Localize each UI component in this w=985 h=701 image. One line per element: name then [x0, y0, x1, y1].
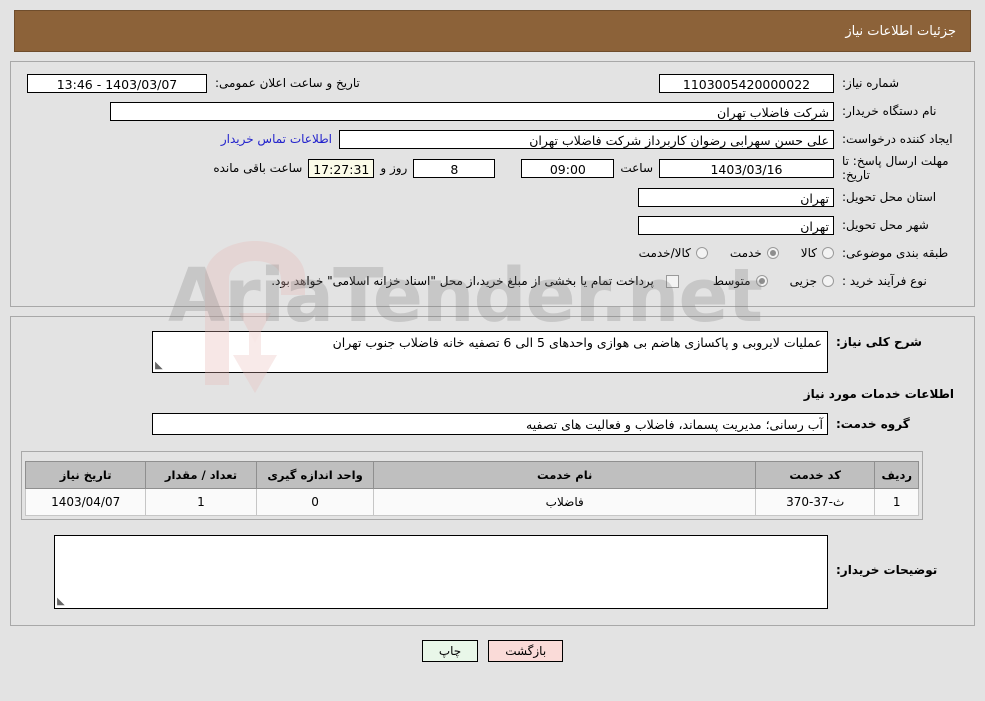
- purchase-type-option-motavaset[interactable]: متوسط: [713, 274, 768, 288]
- category-radio-group: کالا خدمت کالا/خدمت: [617, 246, 834, 260]
- radio-icon[interactable]: [695, 247, 708, 259]
- deadline-label: مهلت ارسال پاسخ: تا تاریخ:: [842, 154, 949, 182]
- purchase-type-option-label: متوسط: [712, 274, 751, 288]
- deadline-countdown-label: ساعت باقی مانده: [213, 161, 303, 175]
- creator-label: ایجاد کننده درخواست:: [842, 132, 953, 146]
- buyer-org-value: شرکت فاضلاب تهران: [110, 101, 834, 121]
- need-details-panel: شرح کلی نیاز: عملیات لایروبی و پاکسازی ه…: [10, 316, 975, 626]
- purchase-type-option-jozei[interactable]: جزیی: [790, 274, 834, 288]
- creator-value: علی حسن سهرابی رضوان کاربرداز شرکت فاضلا…: [339, 129, 834, 149]
- cell-name: فاضلاب: [373, 488, 756, 516]
- cell-qty: 1: [145, 488, 257, 516]
- cell-index: 1: [874, 488, 919, 516]
- row-service-group: گروه خدمت: آب رسانی؛ مدیریت پسماند، فاضل…: [21, 411, 964, 437]
- public-announce-label: تاریخ و ساعت اعلان عمومی:: [215, 76, 360, 90]
- delivery-city-value: تهران: [638, 215, 834, 235]
- buyer-notes-textarea[interactable]: ◢: [54, 535, 828, 609]
- footer-actions: بازگشت چاپ: [0, 640, 985, 662]
- resize-grip-icon[interactable]: ◢: [57, 596, 67, 607]
- row-general-desc: شرح کلی نیاز: عملیات لایروبی و پاکسازی ه…: [21, 331, 964, 373]
- deadline-days-value: 8: [413, 158, 496, 178]
- table-header-row: ردیف کد خدمت نام خدمت واحد اندازه گیری ت…: [24, 461, 919, 489]
- category-label: طبقه بندی موضوعی:: [842, 246, 949, 260]
- services-table-outer: ردیف کد خدمت نام خدمت واحد اندازه گیری ت…: [21, 451, 923, 520]
- buyer-org-label: نام دستگاه خریدار:: [842, 104, 937, 118]
- radio-icon[interactable]: [755, 275, 768, 287]
- purchase-type-option-label: جزیی: [789, 274, 817, 288]
- deadline-hour-value: 09:00: [521, 158, 615, 178]
- th-date: تاریخ نیاز: [24, 461, 147, 489]
- deadline-hour-label: ساعت: [620, 161, 653, 175]
- buyer-contact-link[interactable]: اطلاعات تماس خریدار: [214, 132, 339, 146]
- general-desc-label: شرح کلی نیاز:: [836, 335, 922, 349]
- radio-icon[interactable]: [766, 247, 779, 259]
- row-purchase-type: نوع فرآیند خرید : جزیی متوسط پرداخت تمام…: [21, 268, 964, 294]
- services-table-wrapper: ردیف کد خدمت نام خدمت واحد اندازه گیری ت…: [21, 451, 923, 523]
- th-name: نام خدمت: [373, 461, 756, 489]
- row-buyer-notes: توضیحات خریدار: ◢: [21, 535, 964, 609]
- cell-unit: 0: [255, 488, 375, 516]
- category-option-label: خدمت: [729, 246, 762, 260]
- row-category: طبقه بندی موضوعی: کالا خدمت کالا/خدمت: [21, 240, 964, 266]
- back-button[interactable]: بازگشت: [488, 640, 564, 662]
- th-index: ردیف: [874, 461, 919, 489]
- category-option-label: کالا/خدمت: [638, 246, 691, 260]
- treasury-docs-note: پرداخت تمام یا بخشی از مبلغ خرید،از محل …: [271, 274, 654, 288]
- row-creator: ایجاد کننده درخواست: علی حسن سهرابی رضوا…: [21, 126, 964, 152]
- services-section-title: اطلاعات خدمات مورد نیاز: [803, 387, 954, 401]
- service-group-label: گروه خدمت:: [836, 417, 910, 431]
- general-desc-value: عملیات لایروبی و پاکسازی هاضم بی هوازی و…: [332, 335, 822, 350]
- services-table: ردیف کد خدمت نام خدمت واحد اندازه گیری ت…: [24, 461, 919, 516]
- need-number-value: 1103005420000022: [659, 73, 834, 93]
- radio-icon[interactable]: [822, 275, 834, 287]
- deadline-days-label: روز و: [380, 161, 408, 175]
- row-buyer-org: نام دستگاه خریدار: شرکت فاضلاب تهران: [21, 98, 964, 124]
- need-number-label: شماره نیاز:: [842, 76, 899, 90]
- th-qty: تعداد / مقدار: [145, 461, 257, 489]
- th-unit: واحد اندازه گیری: [255, 461, 375, 489]
- row-deadline: مهلت ارسال پاسخ: تا تاریخ: 1403/03/16 سا…: [21, 154, 964, 182]
- row-delivery-province: استان محل تحویل: تهران: [21, 184, 964, 210]
- delivery-city-label: شهر محل تحویل:: [842, 218, 929, 232]
- buyer-notes-label: توضیحات خریدار:: [836, 563, 938, 577]
- public-announce-value: 1403/03/07 - 13:46: [27, 73, 207, 93]
- radio-icon[interactable]: [822, 247, 834, 259]
- deadline-date-value: 1403/03/16: [659, 158, 834, 178]
- category-option-label: کالا: [800, 246, 817, 260]
- general-desc-textarea[interactable]: عملیات لایروبی و پاکسازی هاضم بی هوازی و…: [152, 331, 828, 373]
- table-row: 1 ث-37-370 فاضلاب 0 1 1403/04/07: [24, 488, 919, 516]
- purchase-type-radio-group: جزیی متوسط: [691, 274, 834, 288]
- cell-code: ث-37-370: [754, 488, 876, 516]
- print-button[interactable]: چاپ: [421, 640, 479, 662]
- delivery-province-label: استان محل تحویل:: [842, 190, 937, 204]
- need-summary-panel: شماره نیاز: 1103005420000022 تاریخ و ساع…: [10, 61, 975, 307]
- category-option-kala-khedmat[interactable]: کالا/خدمت: [639, 246, 708, 260]
- row-need-number: شماره نیاز: 1103005420000022 تاریخ و ساع…: [21, 70, 964, 96]
- service-group-value: آب رسانی؛ مدیریت پسماند، فاضلاب و فعالیت…: [152, 413, 828, 435]
- cell-date: 1403/04/07: [24, 488, 147, 516]
- category-option-khedmat[interactable]: خدمت: [730, 246, 779, 260]
- th-code: کد خدمت: [754, 461, 876, 489]
- page-title: جزئیات اطلاعات نیاز: [845, 23, 956, 39]
- page-header: جزئیات اطلاعات نیاز: [14, 10, 971, 52]
- purchase-type-label: نوع فرآیند خرید :: [842, 274, 927, 288]
- category-option-kala[interactable]: کالا: [801, 246, 834, 260]
- deadline-countdown-value: 17:27:31: [308, 158, 375, 178]
- resize-grip-icon[interactable]: ◢: [155, 360, 165, 371]
- row-delivery-city: شهر محل تحویل: تهران: [21, 212, 964, 238]
- delivery-province-value: تهران: [638, 187, 834, 207]
- treasury-docs-checkbox[interactable]: [665, 274, 679, 288]
